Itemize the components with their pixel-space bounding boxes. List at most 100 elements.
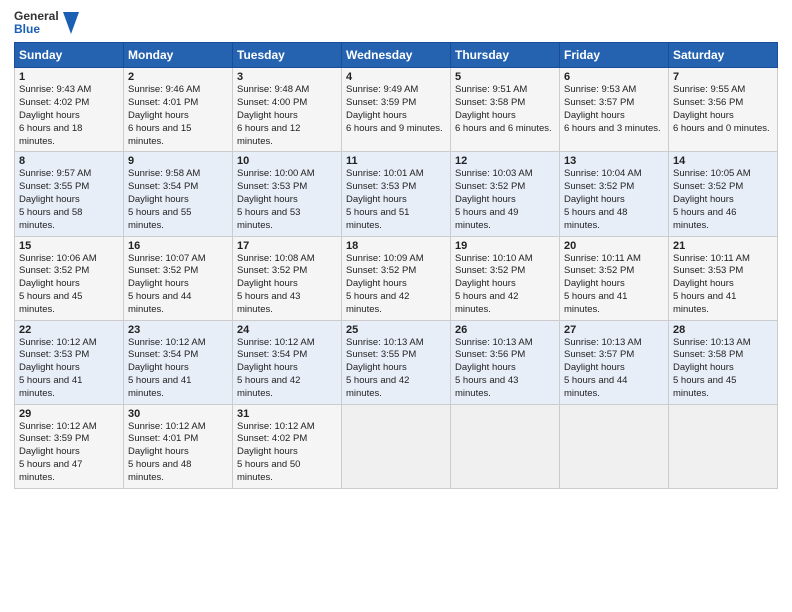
daylight-duration: 5 hours and 44 minutes. [128,291,191,315]
day-number: 29 [19,408,119,420]
daylight-label: Daylight hours [673,194,734,205]
calendar-day-cell: 18 Sunrise: 10:09 AM Sunset: 3:52 PM Day… [342,236,451,320]
day-info: Sunrise: 10:13 AM Sunset: 3:55 PM Daylig… [346,337,446,401]
daylight-label: Daylight hours [237,362,298,373]
daylight-label: Daylight hours [128,278,189,289]
daylight-label: Daylight hours [19,362,80,373]
calendar-day-cell: 19 Sunrise: 10:10 AM Sunset: 3:52 PM Day… [451,236,560,320]
sunset-label: Sunset: 3:57 PM [564,349,634,360]
day-header-monday: Monday [124,43,233,68]
sunrise-label: Sunrise: 10:00 AM [237,168,315,179]
day-header-thursday: Thursday [451,43,560,68]
calendar-day-cell: 7 Sunrise: 9:55 AM Sunset: 3:56 PM Dayli… [669,68,778,152]
day-info: Sunrise: 10:12 AM Sunset: 4:02 PM Daylig… [237,421,337,485]
day-info: Sunrise: 9:43 AM Sunset: 4:02 PM Dayligh… [19,84,119,148]
day-number: 7 [673,71,773,83]
calendar-day-cell: 26 Sunrise: 10:13 AM Sunset: 3:56 PM Day… [451,320,560,404]
daylight-label: Daylight hours [128,110,189,121]
sunrise-label: Sunrise: 9:58 AM [128,168,200,179]
day-info: Sunrise: 10:06 AM Sunset: 3:52 PM Daylig… [19,253,119,317]
calendar-week-row: 8 Sunrise: 9:57 AM Sunset: 3:55 PM Dayli… [15,152,778,236]
daylight-label: Daylight hours [128,194,189,205]
day-number: 21 [673,240,773,252]
calendar-day-cell: 9 Sunrise: 9:58 AM Sunset: 3:54 PM Dayli… [124,152,233,236]
day-info: Sunrise: 10:11 AM Sunset: 3:52 PM Daylig… [564,253,664,317]
sunset-label: Sunset: 3:52 PM [455,181,525,192]
calendar-day-cell: 20 Sunrise: 10:11 AM Sunset: 3:52 PM Day… [560,236,669,320]
day-number: 18 [346,240,446,252]
calendar-day-cell: 12 Sunrise: 10:03 AM Sunset: 3:52 PM Day… [451,152,560,236]
sunrise-label: Sunrise: 10:12 AM [237,337,315,348]
daylight-duration: 5 hours and 41 minutes. [19,375,82,399]
daylight-label: Daylight hours [564,110,625,121]
sunrise-label: Sunrise: 9:55 AM [673,84,745,95]
daylight-label: Daylight hours [237,446,298,457]
calendar-day-cell [342,404,451,488]
sunset-label: Sunset: 3:52 PM [128,265,198,276]
daylight-label: Daylight hours [237,278,298,289]
sunset-label: Sunset: 4:01 PM [128,97,198,108]
sunset-label: Sunset: 3:53 PM [19,349,89,360]
daylight-duration: 6 hours and 6 minutes. [455,123,552,134]
sunset-label: Sunset: 3:52 PM [564,181,634,192]
day-number: 26 [455,324,555,336]
sunrise-label: Sunrise: 10:12 AM [19,337,97,348]
day-number: 23 [128,324,228,336]
header: General Blue [14,10,778,36]
daylight-duration: 6 hours and 18 minutes. [19,123,82,147]
day-info: Sunrise: 10:04 AM Sunset: 3:52 PM Daylig… [564,168,664,232]
calendar-week-row: 15 Sunrise: 10:06 AM Sunset: 3:52 PM Day… [15,236,778,320]
calendar-day-cell: 2 Sunrise: 9:46 AM Sunset: 4:01 PM Dayli… [124,68,233,152]
day-number: 8 [19,155,119,167]
day-info: Sunrise: 9:46 AM Sunset: 4:01 PM Dayligh… [128,84,228,148]
daylight-duration: 5 hours and 45 minutes. [19,291,82,315]
calendar-day-cell [560,404,669,488]
day-info: Sunrise: 10:12 AM Sunset: 4:01 PM Daylig… [128,421,228,485]
sunset-label: Sunset: 3:52 PM [455,265,525,276]
calendar-day-cell: 25 Sunrise: 10:13 AM Sunset: 3:55 PM Day… [342,320,451,404]
calendar-day-cell: 14 Sunrise: 10:05 AM Sunset: 3:52 PM Day… [669,152,778,236]
day-number: 19 [455,240,555,252]
sunrise-label: Sunrise: 10:08 AM [237,253,315,264]
logo-arrow-icon [61,10,79,36]
day-number: 13 [564,155,664,167]
sunset-label: Sunset: 3:55 PM [19,181,89,192]
daylight-label: Daylight hours [19,194,80,205]
day-number: 24 [237,324,337,336]
daylight-label: Daylight hours [237,194,298,205]
sunset-label: Sunset: 3:58 PM [673,349,743,360]
day-number: 5 [455,71,555,83]
sunrise-label: Sunrise: 10:03 AM [455,168,533,179]
sunrise-label: Sunrise: 10:13 AM [455,337,533,348]
day-header-saturday: Saturday [669,43,778,68]
day-number: 6 [564,71,664,83]
day-number: 15 [19,240,119,252]
day-number: 2 [128,71,228,83]
day-number: 12 [455,155,555,167]
calendar-day-cell: 31 Sunrise: 10:12 AM Sunset: 4:02 PM Day… [233,404,342,488]
day-number: 16 [128,240,228,252]
day-info: Sunrise: 10:10 AM Sunset: 3:52 PM Daylig… [455,253,555,317]
daylight-label: Daylight hours [346,278,407,289]
day-number: 27 [564,324,664,336]
calendar-day-cell: 30 Sunrise: 10:12 AM Sunset: 4:01 PM Day… [124,404,233,488]
sunset-label: Sunset: 3:59 PM [346,97,416,108]
sunrise-label: Sunrise: 10:12 AM [128,337,206,348]
daylight-duration: 5 hours and 42 minutes. [455,291,518,315]
day-info: Sunrise: 10:03 AM Sunset: 3:52 PM Daylig… [455,168,555,232]
day-info: Sunrise: 10:12 AM Sunset: 3:59 PM Daylig… [19,421,119,485]
daylight-label: Daylight hours [237,110,298,121]
calendar-week-row: 22 Sunrise: 10:12 AM Sunset: 3:53 PM Day… [15,320,778,404]
day-info: Sunrise: 10:11 AM Sunset: 3:53 PM Daylig… [673,253,773,317]
day-number: 20 [564,240,664,252]
daylight-duration: 5 hours and 50 minutes. [237,459,300,483]
calendar-day-cell: 8 Sunrise: 9:57 AM Sunset: 3:55 PM Dayli… [15,152,124,236]
day-info: Sunrise: 10:07 AM Sunset: 3:52 PM Daylig… [128,253,228,317]
sunrise-label: Sunrise: 10:11 AM [564,253,641,264]
day-info: Sunrise: 10:12 AM Sunset: 3:54 PM Daylig… [128,337,228,401]
daylight-label: Daylight hours [346,362,407,373]
sunrise-label: Sunrise: 10:09 AM [346,253,424,264]
sunset-label: Sunset: 3:53 PM [237,181,307,192]
daylight-duration: 5 hours and 41 minutes. [673,291,736,315]
day-header-tuesday: Tuesday [233,43,342,68]
